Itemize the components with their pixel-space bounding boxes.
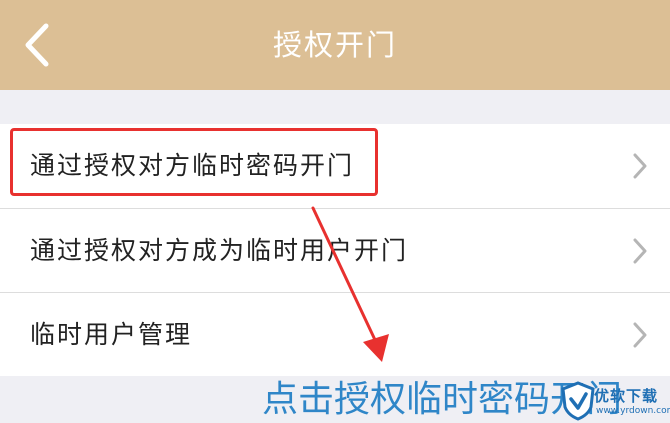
chevron-right-icon	[633, 238, 647, 264]
watermark-url: www.yrdown.com	[596, 406, 670, 416]
shield-icon	[561, 381, 595, 421]
menu-item-label: 临时用户管理	[30, 320, 193, 349]
menu-item-label: 通过授权对方成为临时用户开门	[30, 236, 409, 265]
menu-list: 通过授权对方临时密码开门 通过授权对方成为临时用户开门 临时用户管理	[0, 124, 670, 376]
highlight-box	[10, 128, 378, 196]
menu-item-temp-user-management[interactable]: 临时用户管理	[0, 293, 670, 377]
watermark-logo: 优软下载 www.yrdown.com	[560, 381, 670, 421]
menu-item-temp-user[interactable]: 通过授权对方成为临时用户开门	[0, 209, 670, 293]
chevron-right-icon	[633, 322, 647, 348]
page-title: 授权开门	[272, 28, 397, 62]
watermark-brand: 优软下载	[594, 387, 659, 405]
chevron-right-icon	[633, 153, 647, 179]
nav-header: 授权开门	[0, 0, 670, 90]
